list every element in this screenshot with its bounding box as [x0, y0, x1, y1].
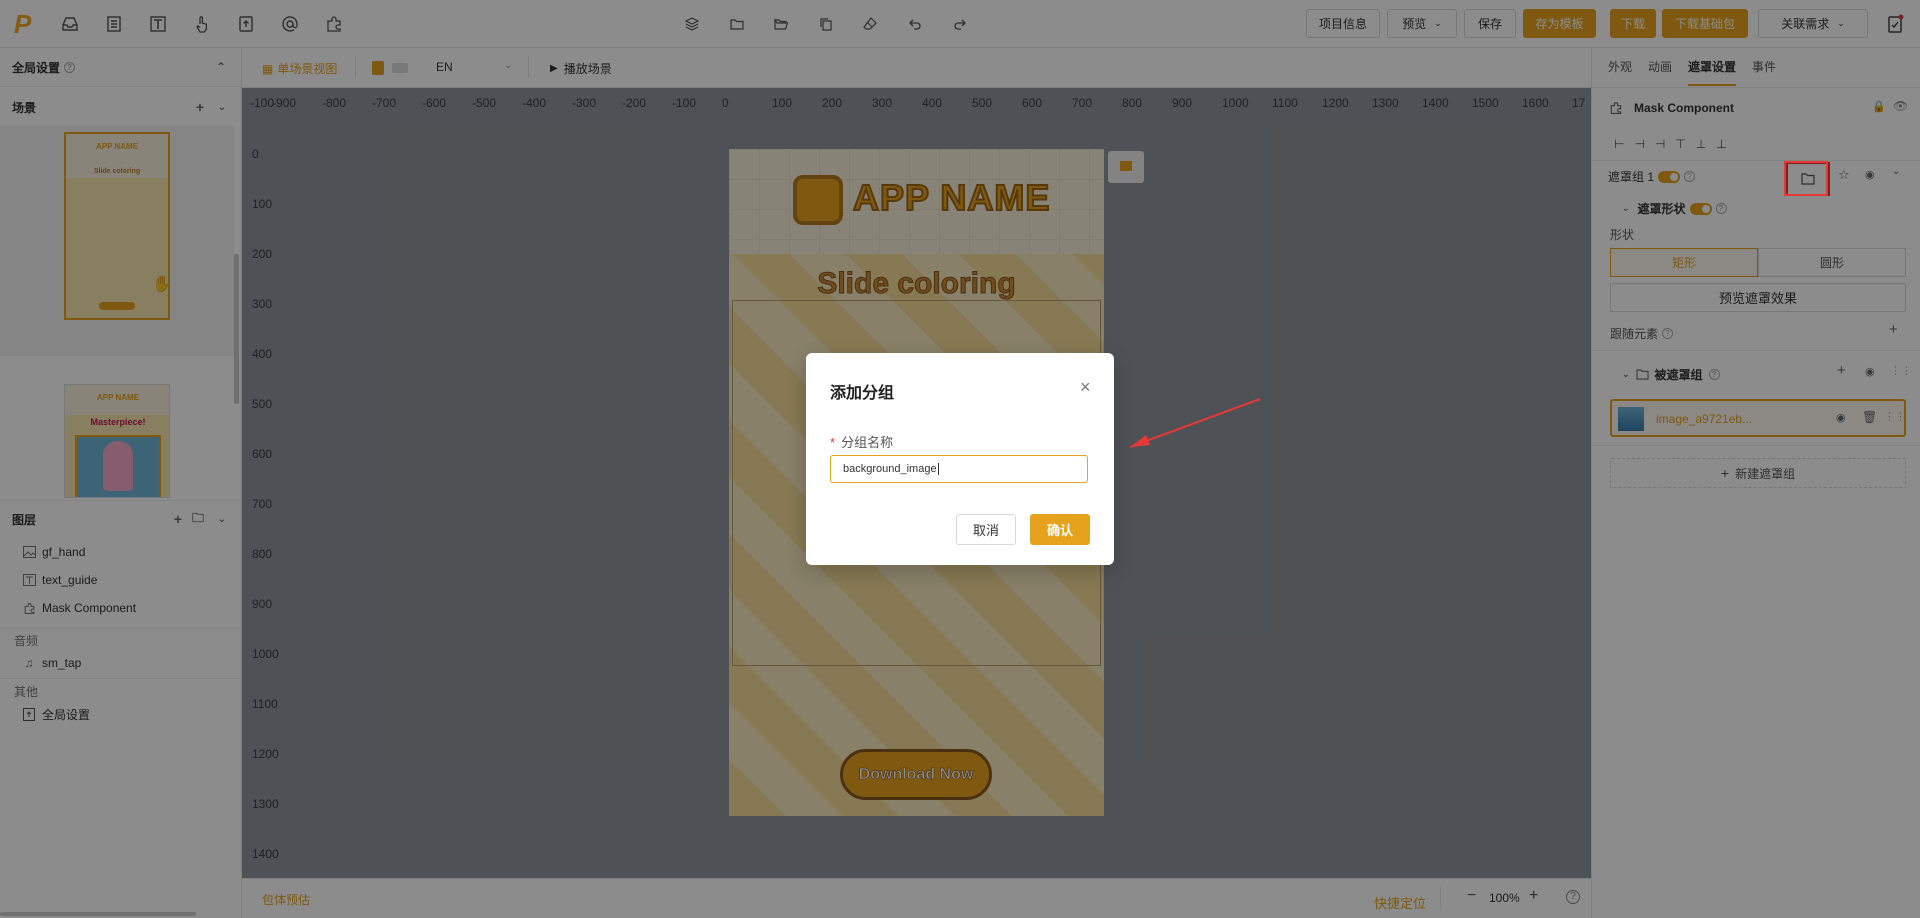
group-name-label: 分组名称 — [841, 435, 894, 450]
close-icon[interactable]: × — [1080, 377, 1091, 398]
add-group-dialog: 添加分组 × * 分组名称 background_image 取消 确认 — [806, 353, 1114, 565]
cancel-label: 取消 — [972, 523, 999, 538]
group-name-input[interactable]: background_image — [830, 455, 1088, 483]
cancel-button[interactable]: 取消 — [956, 514, 1016, 545]
group-name-label-row: * 分组名称 — [830, 432, 893, 451]
dialog-title: 添加分组 — [830, 385, 895, 402]
confirm-label: 确认 — [1046, 523, 1073, 538]
annotation-arrow — [1129, 398, 1261, 448]
required-asterisk: * — [830, 435, 836, 450]
group-name-value: background_image — [843, 463, 937, 475]
annotation-highlight-box — [1784, 161, 1828, 196]
confirm-button[interactable]: 确认 — [1030, 514, 1090, 545]
